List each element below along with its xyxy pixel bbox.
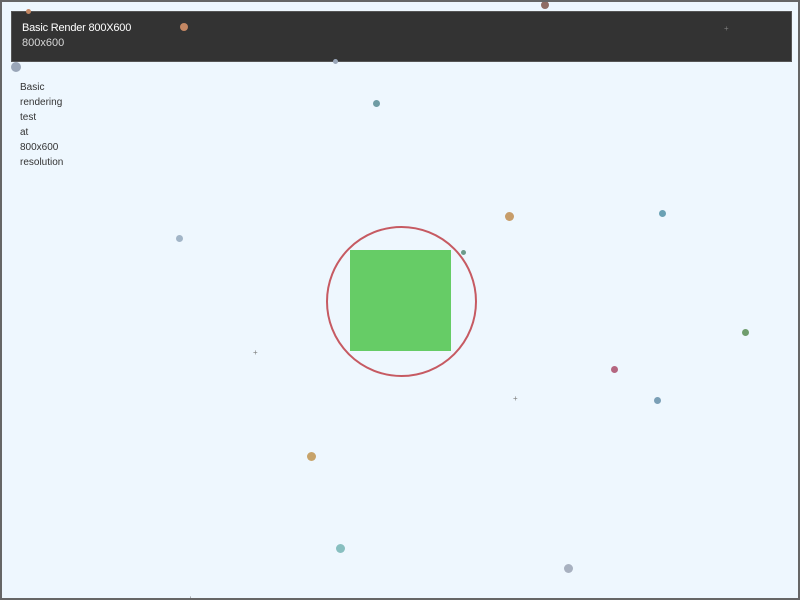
particle-dot: [654, 397, 661, 404]
particle-dot: [461, 250, 466, 255]
description-line: Basic: [20, 82, 45, 93]
description-line: resolution: [20, 157, 64, 168]
page-title: Basic Render 800X600: [22, 22, 132, 34]
particle-dot: [176, 235, 183, 242]
particle-dot: [742, 329, 749, 336]
sparkle-icon: +: [513, 394, 518, 403]
particle-dot: [11, 62, 21, 72]
description-line: at: [20, 127, 29, 138]
description-line: test: [20, 112, 37, 123]
sparkle-icon: +: [724, 24, 729, 33]
description-line: rendering: [20, 97, 63, 108]
resolution-label: 800x600: [22, 37, 65, 49]
particle-dot: [564, 564, 573, 573]
particle-dot: [336, 544, 345, 553]
particle-dot: [333, 59, 338, 64]
render-canvas: Basic Render 800X600 800x600 Basic rende…: [0, 0, 800, 600]
particle-dot: [180, 23, 188, 31]
particle-dot: [659, 210, 666, 217]
description-text: Basic rendering test at 800x600 resoluti…: [20, 80, 90, 170]
sparkle-icon: +: [253, 348, 258, 357]
particle-dot: [373, 100, 380, 107]
particle-dot: [505, 212, 514, 221]
green-square: [350, 250, 451, 351]
header-bar: Basic Render 800X600 800x600: [11, 11, 792, 62]
sparkle-icon: +: [188, 594, 193, 600]
particle-dot: [611, 366, 618, 373]
description-line: 800x600: [20, 142, 59, 153]
particle-dot: [307, 452, 316, 461]
particle-dot: [541, 2, 549, 9]
particle-dot: [26, 9, 31, 14]
